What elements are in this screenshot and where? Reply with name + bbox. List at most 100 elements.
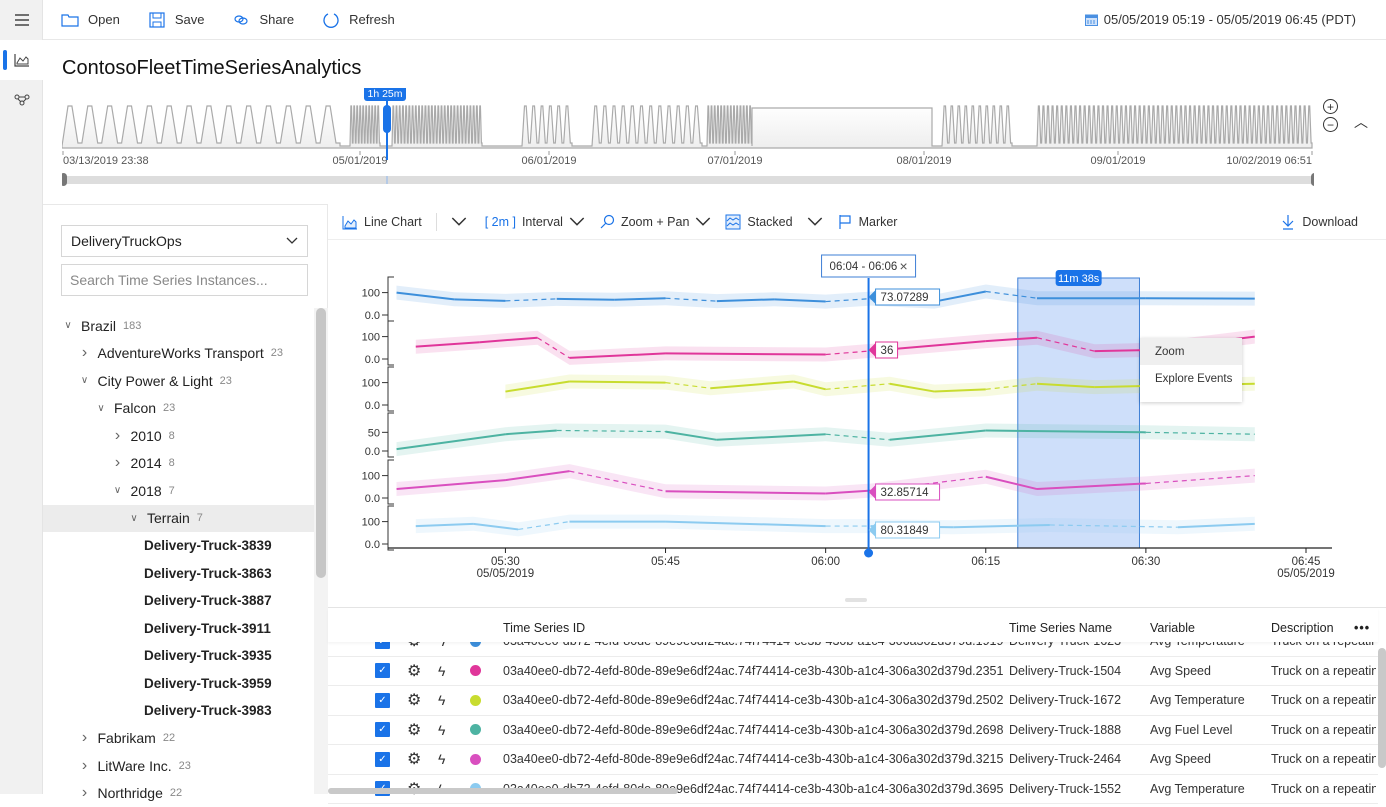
gear-icon[interactable]: ⚙: [407, 661, 421, 681]
tree-node[interactable]: ∨20187: [43, 477, 315, 505]
marker-close-icon[interactable]: ×: [900, 258, 908, 274]
marker-button[interactable]: Marker: [837, 214, 898, 230]
tree-node[interactable]: ∨Falcon23: [43, 395, 315, 423]
chevron-down-icon[interactable]: ∨: [61, 320, 75, 331]
chevron-down-icon[interactable]: ∨: [78, 375, 92, 386]
selection-brush[interactable]: [1018, 278, 1140, 548]
x-tick-label: 06:45: [1292, 556, 1321, 568]
chevron-right-icon[interactable]: ›: [78, 729, 92, 747]
series-line-segment[interactable]: [1095, 350, 1146, 351]
download-button[interactable]: Download: [1282, 214, 1358, 230]
grid-row[interactable]: ✓⚙ϟ03a40ee0-db72-4efd-80de-89e9e6df24ac.…: [328, 716, 1378, 746]
column-header-variable[interactable]: Variable: [1150, 621, 1195, 635]
instance-search-input[interactable]: [61, 264, 308, 296]
gear-icon[interactable]: ⚙: [407, 690, 421, 710]
series-visibility-checkbox[interactable]: ✓: [375, 752, 390, 767]
tree-node[interactable]: ›20108: [43, 422, 315, 450]
save-button[interactable]: Save: [148, 11, 205, 29]
tree-node[interactable]: ›AdventureWorks Transport23: [43, 340, 315, 368]
grid-row[interactable]: ✓⚙ϟ03a40ee0-db72-4efd-80de-89e9e6df24ac.…: [328, 657, 1378, 687]
x-tick-label: 05/05/2019: [1277, 568, 1335, 580]
zoom-in-icon[interactable]: +: [1323, 99, 1338, 114]
series-visibility-checkbox[interactable]: ✓: [375, 663, 390, 678]
series-line-segment[interactable]: [666, 353, 826, 354]
lightning-icon[interactable]: ϟ: [438, 692, 445, 708]
gear-icon[interactable]: ⚙: [407, 749, 421, 769]
nav-analyze[interactable]: [0, 40, 43, 80]
tree-leaf-instance[interactable]: Delivery-Truck-3935: [43, 642, 315, 670]
stacked-label: Stacked: [747, 215, 792, 229]
date-range-picker[interactable]: 05/05/2019 05:19 - 05/05/2019 06:45 (PDT…: [1085, 12, 1356, 27]
marker-handle[interactable]: [864, 549, 873, 558]
chevron-right-icon[interactable]: ›: [111, 454, 125, 472]
chevron-right-icon[interactable]: ›: [78, 784, 92, 802]
timeline-end-handle[interactable]: [1311, 173, 1314, 186]
tree-node-count: 7: [169, 485, 175, 497]
share-button[interactable]: Share: [232, 11, 294, 29]
chevron-down-icon[interactable]: ∨: [127, 513, 141, 524]
lightning-icon[interactable]: ϟ: [438, 663, 445, 679]
stacked-button[interactable]: Stacked: [725, 214, 822, 230]
menu-button[interactable]: [0, 0, 43, 40]
tree-leaf-instance[interactable]: Delivery-Truck-3983: [43, 697, 315, 725]
column-header-name[interactable]: Time Series Name: [1009, 621, 1112, 635]
context-menu-explore-events[interactable]: Explore Events: [1140, 365, 1242, 392]
grid-vertical-scrollbar[interactable]: [1378, 648, 1386, 768]
tree-leaf-instance[interactable]: Delivery-Truck-3911: [43, 615, 315, 643]
tree-node-count: 8: [169, 457, 175, 469]
series-name-cell: Delivery-Truck-2464: [1009, 752, 1121, 766]
chevron-right-icon[interactable]: ›: [111, 427, 125, 445]
tree-leaf-instance[interactable]: Delivery-Truck-3959: [43, 670, 315, 698]
interval-button[interactable]: [ 2m ] Interval: [485, 214, 585, 230]
availability-chart[interactable]: 03/13/2019 23:3805/01/201906/01/201907/0…: [62, 88, 1314, 188]
context-menu-zoom[interactable]: Zoom: [1140, 338, 1242, 365]
more-options-icon[interactable]: •••: [1354, 621, 1370, 635]
gear-icon[interactable]: ⚙: [407, 720, 421, 740]
tree-scrollbar[interactable]: [316, 308, 326, 578]
chart-type-dropdown[interactable]: [451, 214, 467, 230]
column-header-id[interactable]: Time Series ID: [503, 621, 585, 635]
grid-row[interactable]: ✓⚙ϟ03a40ee0-db72-4efd-80de-89e9e6df24ac.…: [328, 686, 1378, 716]
chevron-down-icon[interactable]: ∨: [94, 403, 108, 414]
chevron-right-icon[interactable]: ›: [78, 757, 92, 775]
nav-model[interactable]: [0, 80, 43, 120]
series-color-swatch[interactable]: [470, 665, 481, 676]
timeline-track[interactable]: [62, 176, 1314, 184]
collapse-overview-icon[interactable]: ︿: [1354, 112, 1368, 132]
tree-leaf-instance[interactable]: Delivery-Truck-3839: [43, 532, 315, 560]
y-tick-label: 0.0: [365, 354, 380, 366]
column-header-description[interactable]: Description: [1271, 621, 1334, 635]
tree-node[interactable]: ∨Brazil183: [43, 312, 315, 340]
brush-handle[interactable]: [383, 105, 391, 133]
open-button[interactable]: Open: [61, 11, 120, 29]
series-line-segment[interactable]: [557, 299, 615, 300]
lightning-icon[interactable]: ϟ: [438, 722, 445, 738]
chevron-right-icon[interactable]: ›: [78, 344, 92, 362]
lightning-icon[interactable]: ϟ: [438, 751, 445, 767]
chevron-down-icon[interactable]: ∨: [111, 485, 125, 496]
series-visibility-checkbox[interactable]: ✓: [375, 693, 390, 708]
tree-node[interactable]: ∨Terrain7: [43, 505, 315, 533]
hierarchy-dropdown[interactable]: DeliveryTruckOps: [61, 225, 308, 257]
refresh-button[interactable]: Refresh: [322, 11, 395, 29]
tree-node[interactable]: ›Northridge22: [43, 780, 315, 807]
grid-row[interactable]: ✓⚙ϟ03a40ee0-db72-4efd-80de-89e9e6df24ac.…: [328, 745, 1378, 775]
panel-splitter[interactable]: [845, 598, 867, 602]
series-color-swatch[interactable]: [470, 754, 481, 765]
tree-node[interactable]: ›Fabrikam22: [43, 725, 315, 753]
tree-node[interactable]: ›LitWare Inc.23: [43, 752, 315, 780]
chart-type-button[interactable]: Line Chart: [342, 214, 422, 230]
series-color-swatch[interactable]: [470, 695, 481, 706]
series-visibility-checkbox[interactable]: ✓: [375, 722, 390, 737]
line-chart[interactable]: 1000.01000.01000.0500.01000.01000.005:30…: [328, 241, 1386, 591]
tree-leaf-instance[interactable]: Delivery-Truck-3887: [43, 587, 315, 615]
zoom-pan-button[interactable]: Zoom + Pan: [599, 214, 711, 230]
zoom-out-icon[interactable]: −: [1323, 117, 1338, 132]
tree-leaf-instance[interactable]: Delivery-Truck-3863: [43, 560, 315, 588]
timeline-start-handle[interactable]: [62, 173, 67, 186]
tree-node[interactable]: ∨City Power & Light23: [43, 367, 315, 395]
tree-node[interactable]: ›20148: [43, 450, 315, 478]
series-line-segment[interactable]: [569, 381, 665, 382]
grid-horizontal-scrollbar[interactable]: [328, 788, 678, 794]
series-color-swatch[interactable]: [470, 724, 481, 735]
